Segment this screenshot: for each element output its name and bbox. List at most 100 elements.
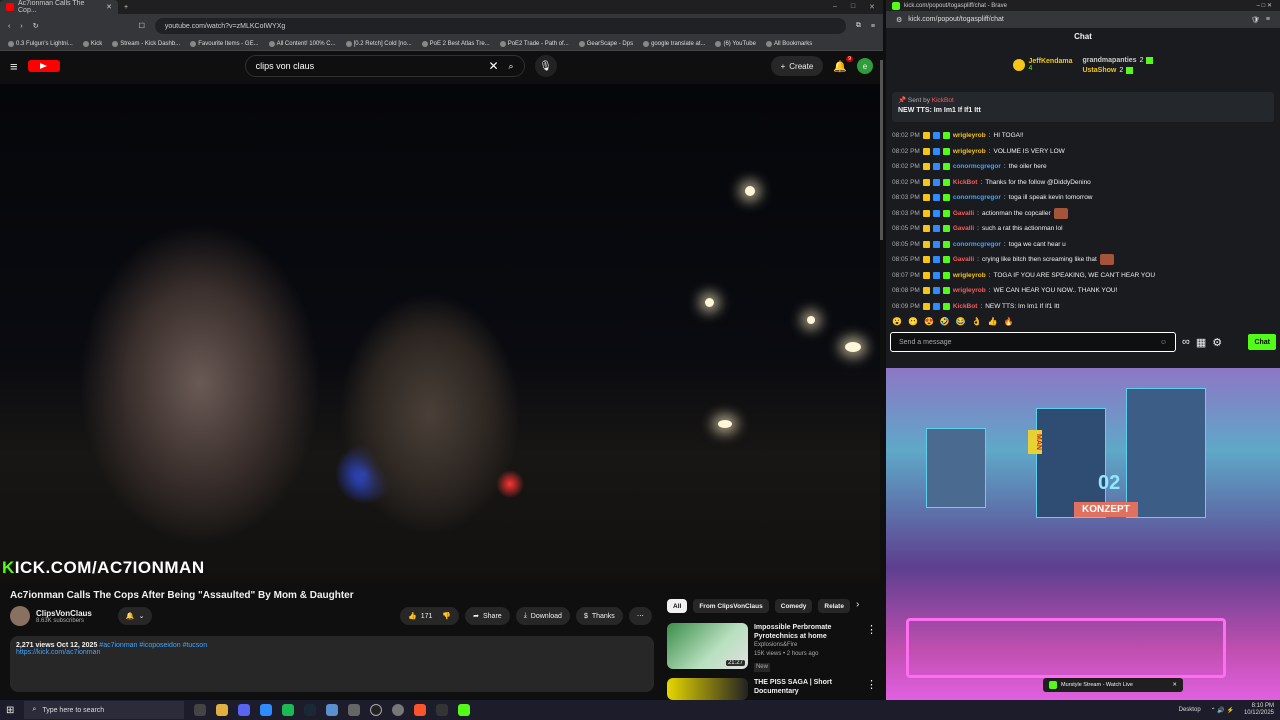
bookmark-item[interactable]: PoE 2 Best Atlas Tre... [421, 41, 490, 47]
bookmark-item[interactable]: PoE2 Trade - Path of... [499, 41, 569, 47]
message-username[interactable]: Gavalli [953, 256, 974, 263]
search-bar[interactable]: clips von claus ✕ ⌕ [244, 55, 525, 77]
emote-icon[interactable]: 😶 [908, 317, 918, 326]
bookmark-item[interactable]: Favourite Items - GE... [190, 41, 259, 47]
leader-name[interactable]: JeffKendama [1029, 58, 1073, 65]
windows-start-icon[interactable]: ⊞ [6, 705, 14, 716]
leader-name[interactable]: grandmapanties [1082, 57, 1136, 64]
chat-message[interactable]: 08:02 PM KickBot: Thanks for the follow @D… [892, 175, 1274, 191]
chat-message[interactable]: 08:07 PM wrigleyrob: TOGA IF YOU ARE SPEAK… [892, 268, 1274, 284]
dislike-icon[interactable]: 👎 [442, 612, 451, 620]
app-icon[interactable] [348, 704, 361, 716]
taskbar-search[interactable]: ⌕ Type here to search [24, 701, 185, 719]
notifications-bell-icon[interactable]: 🔔 9 [833, 55, 853, 73]
recommended-video[interactable]: THE PISS SAGA | Short Documentary ⋮ [667, 678, 877, 700]
steam-icon[interactable] [304, 704, 317, 716]
chat-message[interactable]: 08:05 PM Gavalli: such a rat this actionma… [892, 221, 1274, 237]
menu-icon[interactable]: ≡ [1266, 16, 1270, 23]
back-icon[interactable]: ‹ [8, 23, 10, 30]
more-actions-icon[interactable]: ⋯ [628, 607, 652, 625]
clock[interactable]: 8:10 PM 10/12/2025 [1244, 703, 1274, 717]
window-controls[interactable]: – □ ✕ [1257, 2, 1280, 9]
emote-icon[interactable]: 😍 [924, 317, 934, 326]
menu-icon[interactable]: ≡ [871, 23, 875, 30]
settings-icon[interactable]: ⚙ [1212, 336, 1222, 349]
desktop-label[interactable]: Desktop [1179, 707, 1201, 713]
chip-from-channel[interactable]: From ClipsVonClaus [693, 599, 769, 613]
file-explorer-icon[interactable] [216, 704, 229, 716]
bookmark-item[interactable]: google translate at... [643, 41, 705, 47]
gift-icon[interactable]: ∞ [1182, 336, 1190, 348]
hashtags[interactable]: #ac7ionman #icoposeidon #tucson [99, 642, 207, 649]
message-username[interactable]: Gavalli [953, 225, 974, 232]
app-icon[interactable] [392, 704, 405, 716]
app-icon[interactable] [326, 704, 339, 716]
description-link[interactable]: https://kick.com/ac7ionman [16, 649, 100, 656]
channel-avatar[interactable] [10, 606, 30, 626]
emoji-picker-icon[interactable]: ☺ [1160, 339, 1167, 346]
emote-icon[interactable]: 😮 [892, 317, 902, 326]
rec-title[interactable]: Impossible Perbromate Pyrotechnics at ho… [754, 623, 860, 641]
pinned-message[interactable]: 📌 Sent by KickBot NEW TTS: Im Im1 If If1… [892, 92, 1274, 122]
brave-icon[interactable] [414, 704, 427, 716]
mini-player-bar[interactable]: Murstyle Stream - Watch Live ✕ [1043, 678, 1183, 692]
extensions-icon[interactable]: ⧉ [856, 22, 861, 30]
chat-message[interactable]: 08:03 PM conormcgregor: toga ill speak kev… [892, 190, 1274, 206]
stream-player[interactable]: MAN 02 KONZEPT Murstyle Stream - Watch L… [886, 368, 1280, 700]
message-username[interactable]: wrigleyrob [953, 287, 986, 294]
browser-tab[interactable]: Ac7ionman Calls The Cop... ✕ [0, 0, 118, 14]
message-username[interactable]: wrigleyrob [953, 272, 986, 279]
clear-search-icon[interactable]: ✕ [488, 59, 498, 73]
bookmark-item[interactable]: GearScape - Dps [578, 41, 633, 47]
chat-send-button[interactable]: Chat [1248, 334, 1276, 350]
thanks-button[interactable]: $ Thanks [575, 607, 623, 625]
search-icon[interactable]: ⌕ [509, 61, 514, 72]
video-player[interactable]: KICK.COM/AC7IONMAN [0, 84, 880, 580]
emote-icon[interactable]: 🤣 [940, 317, 950, 326]
share-button[interactable]: ➦ Share [465, 607, 510, 625]
message-username[interactable]: conormcgregor [953, 241, 1001, 248]
chip-related[interactable]: Relate [818, 599, 850, 613]
task-view-icon[interactable] [194, 704, 207, 716]
leader-name[interactable]: UstaShow [1082, 67, 1116, 74]
brave-shield-icon[interactable]: 🛡 [1251, 16, 1260, 24]
recommended-video[interactable]: 21:27 Impossible Perbromate Pyrotechnics… [667, 623, 877, 672]
video-thumbnail[interactable]: 21:27 [667, 623, 748, 669]
chip-all[interactable]: All [667, 599, 688, 613]
bookmark-icon[interactable]: ☐ [139, 22, 145, 30]
youtube-logo[interactable] [27, 60, 60, 72]
bookmark-item[interactable]: [0.2 Retch] Cold [no... [345, 41, 412, 47]
chat-message[interactable]: 08:02 PM conormcgregor: the oiler here [892, 159, 1274, 175]
minimize-icon[interactable]: – [833, 3, 837, 11]
chip-comedy[interactable]: Comedy [774, 599, 813, 613]
reload-icon[interactable]: ↻ [33, 22, 39, 30]
bookmark-item[interactable]: All Content! 100% C... [268, 41, 336, 47]
kick-url[interactable]: kick.com/popout/togaspliff/chat [908, 16, 1004, 23]
chat-message[interactable]: 08:03 PM Gavalli: actionman the copcaller [892, 206, 1274, 222]
page-scrollbar[interactable] [880, 60, 883, 240]
more-options-icon[interactable]: ⋮ [866, 678, 877, 700]
chat-message[interactable]: 08:02 PM wrigleyrob: VOLUME IS VERY LOW [892, 144, 1274, 160]
download-button[interactable]: ⤓ Download [515, 607, 570, 625]
bookmark-item[interactable]: Stream - Kick Dashb... [112, 41, 180, 47]
bookmark-item[interactable]: Kick [82, 41, 102, 47]
bookmark-item[interactable]: All Bookmarks [765, 41, 812, 47]
send-message-input[interactable]: Send a message ☺ [890, 332, 1176, 352]
app-icon[interactable] [260, 704, 273, 716]
chevron-right-icon[interactable]: › [856, 599, 859, 613]
search-input[interactable]: clips von claus [256, 61, 315, 71]
close-mini-player-icon[interactable]: ✕ [1172, 682, 1177, 688]
site-info-icon[interactable]: ⚙ [896, 16, 902, 24]
hamburger-menu-icon[interactable]: ≡ [10, 59, 18, 74]
calendar-icon[interactable]: ▦ [1196, 336, 1206, 349]
close-tab-icon[interactable]: ✕ [106, 3, 112, 11]
emote-icon[interactable]: 👍 [988, 317, 998, 326]
account-avatar[interactable]: e [857, 58, 873, 74]
message-username[interactable]: Gavalli [953, 210, 974, 217]
new-tab-icon[interactable]: + [124, 4, 128, 11]
pinned-by-user[interactable]: KickBot [932, 97, 954, 104]
chat-message[interactable]: 08:08 PM wrigleyrob: WE CAN HEAR YOU NOW..… [892, 283, 1274, 299]
message-username[interactable]: conormcgregor [953, 163, 1001, 170]
message-username[interactable]: wrigleyrob [953, 148, 986, 155]
discord-icon[interactable] [238, 704, 251, 716]
